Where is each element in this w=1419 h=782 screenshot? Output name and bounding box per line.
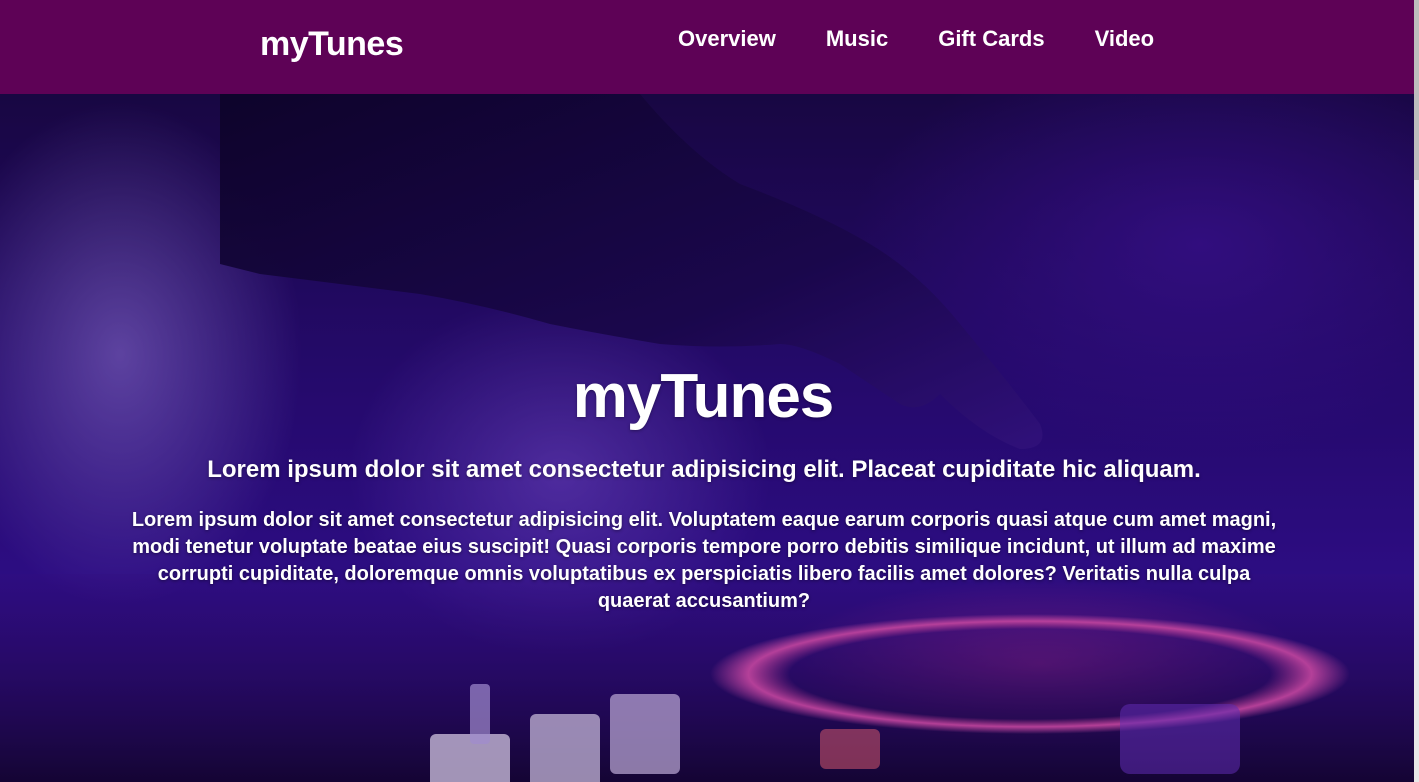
brand-logo-link[interactable]: myTunes bbox=[260, 22, 404, 66]
hero-title: myTunes bbox=[572, 362, 835, 431]
nav-links: Overview Music Gift Cards Video bbox=[678, 24, 1154, 54]
hero-subtitle: Lorem ipsum dolor sit amet consectetur a… bbox=[207, 456, 1201, 483]
page: myTunes Overview Music Gift Cards Video bbox=[0, 0, 1419, 782]
scrollbar-thumb[interactable] bbox=[1414, 0, 1419, 180]
nav-link-video[interactable]: Video bbox=[1095, 24, 1155, 54]
hero-content: myTunes Lorem ipsum dolor sit amet conse… bbox=[0, 94, 1414, 782]
nav-link-overview[interactable]: Overview bbox=[678, 24, 776, 54]
hero-section: myTunes Lorem ipsum dolor sit amet conse… bbox=[0, 94, 1414, 782]
nav-link-music[interactable]: Music bbox=[826, 24, 888, 54]
hero-body-text: Lorem ipsum dolor sit amet consectetur a… bbox=[131, 509, 1277, 612]
navbar: myTunes Overview Music Gift Cards Video bbox=[0, 0, 1419, 94]
page-scrollbar[interactable] bbox=[1414, 0, 1419, 782]
nav-link-gift-cards[interactable]: Gift Cards bbox=[938, 24, 1044, 54]
